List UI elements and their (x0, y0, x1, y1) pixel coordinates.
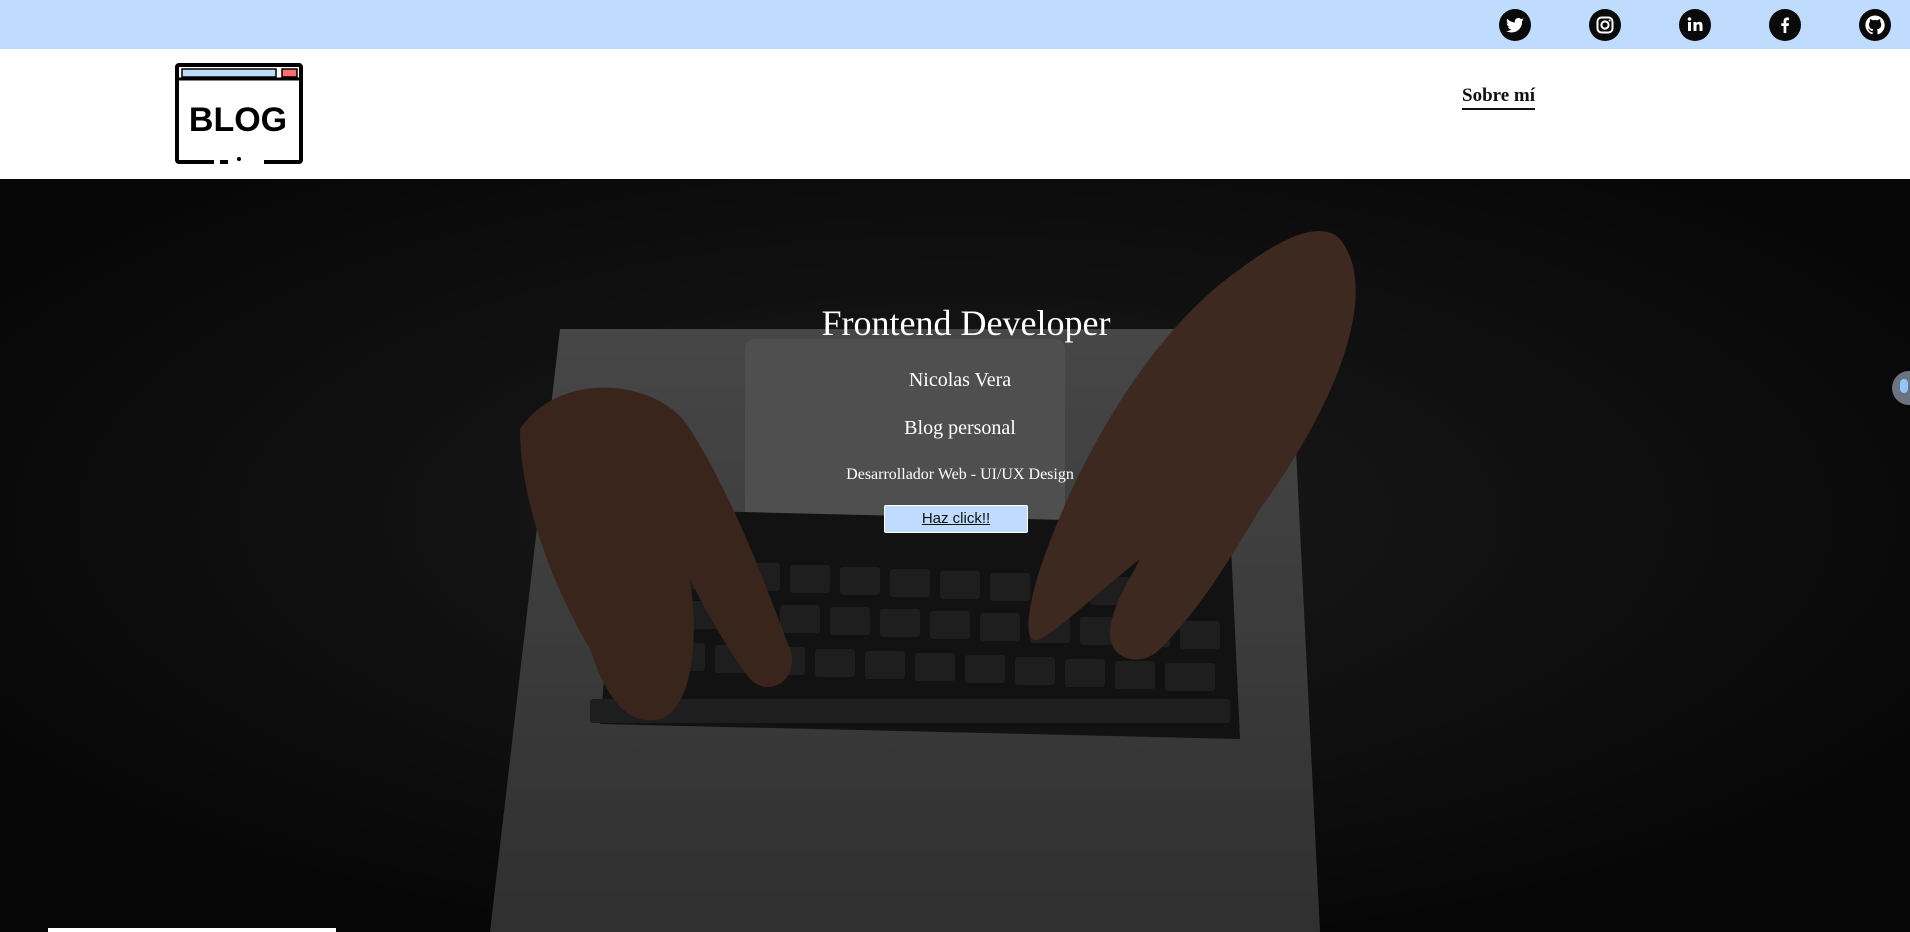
linkedin-icon[interactable] (1677, 9, 1713, 41)
hero-subtitle: Blog personal (904, 417, 1016, 439)
hero-author-name: Nicolas Vera (908, 369, 1012, 391)
hero-role: Desarrollador Web - UI/UX Design (846, 466, 1074, 483)
blog-logo[interactable]: BLOG (174, 62, 304, 166)
github-icon[interactable] (1857, 9, 1893, 41)
cta-button[interactable]: Haz click!! (884, 505, 1028, 533)
hero-section: Frontend Developer Nicolas Vera Blog per… (0, 179, 1910, 932)
nav-about-link[interactable]: Sobre mí (1462, 85, 1536, 110)
instagram-icon[interactable] (1587, 9, 1623, 41)
facebook-icon[interactable] (1767, 9, 1803, 41)
logo-text: BLOG (189, 101, 287, 139)
twitter-icon[interactable] (1497, 9, 1533, 41)
horizontal-scrollbar[interactable] (48, 928, 336, 932)
hero-overlay (0, 179, 1910, 932)
hero-title: Frontend Developer (821, 303, 1111, 343)
social-bar (0, 0, 1910, 49)
